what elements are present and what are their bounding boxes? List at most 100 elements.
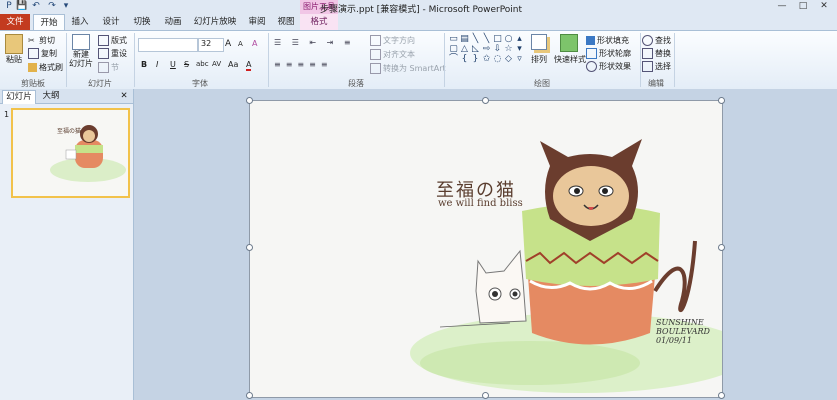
spacing-button[interactable]: AV [212,60,221,68]
list-buttons[interactable]: ☰ ☰ ⇤ ⇥ ≡ [274,38,364,48]
paragraph-group-label: 段落 [348,79,364,88]
rounded-rect-shape-icon[interactable]: ▢ [448,44,459,54]
bold-button[interactable]: B [141,60,147,69]
shape-outline-button[interactable]: 形状轮廓 [586,48,631,59]
tab-home[interactable]: 开始 [33,14,65,31]
rtriangle-shape-icon[interactable]: ◺ [470,44,481,54]
cat-illustration[interactable] [250,101,750,397]
arrow-down-shape-icon[interactable]: ⇩ [492,44,503,54]
text-direction-label: 文字方向 [383,36,415,45]
font-color-button[interactable]: A [246,60,252,71]
smartart-icon [370,63,381,74]
slides-group-label: 幻灯片 [88,79,112,88]
customize-qat-icon[interactable]: ▾ [60,1,72,12]
slide-subtitle[interactable]: we will find bliss [438,198,523,209]
tab-format[interactable]: 格式 [300,14,338,30]
tab-animations[interactable]: 动画 [159,14,187,30]
tab-design[interactable]: 设计 [97,14,125,30]
line-shape-icon[interactable]: ╲ [470,34,481,44]
shrink-font-button[interactable]: A [238,40,243,48]
section-button[interactable]: 节 [98,62,119,73]
maximize-button[interactable]: □ [793,0,813,13]
strike-button[interactable]: S [184,60,189,69]
resize-handle[interactable] [482,97,489,104]
rectangle-shape-icon[interactable]: ▭ [448,34,459,44]
cut-button[interactable]: ✂ 剪切 [28,35,55,46]
star-shape-icon[interactable]: ☆ [503,44,514,54]
smartart-button[interactable]: 转换为 SmartArt [370,63,446,74]
text-direction-button[interactable]: 文字方向 [370,35,415,46]
paste-button[interactable]: 粘贴 [3,34,25,65]
copy-button[interactable]: 复制 [28,48,57,59]
format-painter-button[interactable]: 格式刷 [28,62,63,73]
callout-shape-icon[interactable]: ◌ [492,54,503,64]
close-button[interactable]: ✕ [814,0,834,13]
tab-slides[interactable]: 幻灯片 [2,90,36,104]
grow-font-button[interactable]: A [225,39,231,49]
star2-shape-icon[interactable]: ✩ [481,54,492,64]
italic-button[interactable]: I [156,60,158,69]
triangle-shape-icon[interactable]: △ [459,44,470,54]
select-button[interactable]: 选择 [642,61,671,72]
curve-shape-icon[interactable]: ⌒ [448,54,459,64]
oval-shape-icon[interactable]: ○ [503,34,514,44]
scroll-up-icon[interactable]: ▴ [514,34,525,44]
align-text-label: 对齐文本 [383,50,415,59]
close-panel-icon[interactable]: ✕ [118,90,130,103]
shadow-button[interactable]: abc [196,60,209,68]
layout-icon [98,35,109,46]
font-name-input[interactable] [138,38,198,52]
quick-styles-button[interactable]: 快速样式 [554,34,586,65]
resize-handle[interactable] [718,244,725,251]
cut-label: 剪切 [39,36,55,45]
new-slide-button[interactable]: 新建 幻灯片 [68,34,94,68]
tab-slideshow[interactable]: 幻灯片放映 [190,14,240,30]
slide-thumbnail[interactable]: 至福の猫 [11,108,130,198]
align-buttons[interactable]: ≡≡≡≡≡ [274,60,364,70]
text-direction-icon [370,35,381,46]
resize-handle[interactable] [246,244,253,251]
underline-button[interactable]: U [170,60,176,69]
tab-transitions[interactable]: 切换 [128,14,156,30]
more-shape-icon[interactable]: ◇ [503,54,514,64]
undo-icon[interactable]: ↶ [30,1,42,12]
brace-shape-icon[interactable]: { [459,54,470,64]
tab-review[interactable]: 审阅 [243,14,271,30]
save-icon[interactable]: 💾 [16,1,28,12]
tab-view[interactable]: 视图 [272,14,300,30]
align-text-button[interactable]: 对齐文本 [370,49,415,60]
find-button[interactable]: 查找 [642,35,671,46]
tab-file[interactable]: 文件 [0,14,30,30]
resize-handle[interactable] [482,392,489,399]
shape-effects-button[interactable]: 形状效果 [586,61,631,72]
redo-icon[interactable]: ↷ [46,1,58,12]
shapes-gallery[interactable]: ▭ ▤ ╲ ╲ □ ○ ▴ ▢ △ ◺ ⇨ ⇩ ☆ ▾ ⌒ { } ✩ ◌ ◇ … [448,34,526,70]
resize-handle[interactable] [246,392,253,399]
layout-button[interactable]: 版式 [98,35,127,46]
tab-insert[interactable]: 插入 [66,14,94,30]
clear-format-button[interactable]: A [252,39,257,48]
minimize-button[interactable]: — [772,0,792,13]
brace2-shape-icon[interactable]: } [470,54,481,64]
arrow-right-shape-icon[interactable]: ⇨ [481,44,492,54]
resize-handle[interactable] [246,97,253,104]
arrange-button[interactable]: 排列 [528,34,550,65]
slide-canvas[interactable] [249,100,750,398]
font-size-value: 32 [201,39,212,48]
resize-handle[interactable] [718,392,725,399]
paste-icon [5,34,23,54]
change-case-button[interactable]: Aa [228,60,238,69]
font-size-input[interactable]: 32 [198,38,224,52]
textbox-shape-icon[interactable]: ▤ [459,34,470,44]
resize-handle[interactable] [718,97,725,104]
reset-button[interactable]: 重设 [98,48,127,59]
expand-gallery-icon[interactable]: ▿ [514,54,525,64]
tab-outline[interactable]: 大纲 [36,90,66,103]
shape-fill-button[interactable]: 形状填充 [586,35,629,46]
replace-button[interactable]: 替换 [642,48,671,59]
scroll-down-icon[interactable]: ▾ [514,44,525,54]
find-icon [642,35,653,46]
thumbnail-title: 至福の猫 [57,128,82,135]
rect2-shape-icon[interactable]: □ [492,34,503,44]
line2-shape-icon[interactable]: ╲ [481,34,492,44]
